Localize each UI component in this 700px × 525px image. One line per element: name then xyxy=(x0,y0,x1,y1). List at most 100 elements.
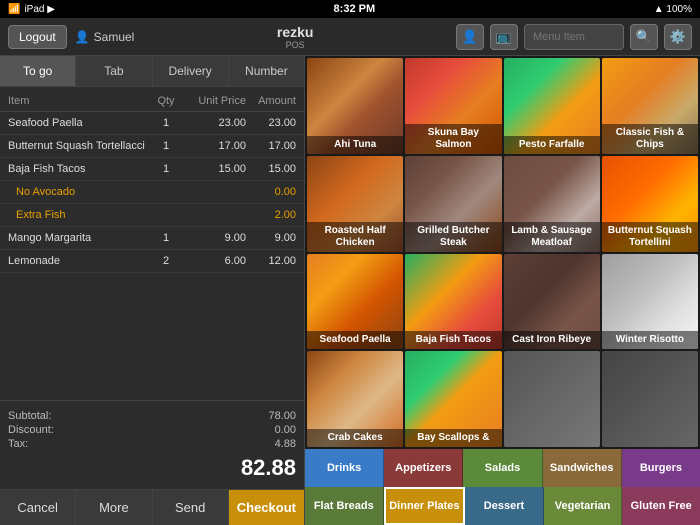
menu-item-label-bay-scallops: Bay Scallops & xyxy=(405,429,501,447)
order-row-modifier-1[interactable]: No Avocado 0.00 xyxy=(0,181,304,204)
item-qty-5: 2 xyxy=(151,255,181,267)
subtotal-value: 78.00 xyxy=(268,410,296,422)
discount-label: Discount: xyxy=(8,424,54,436)
menu-item-empty-1 xyxy=(504,351,600,447)
category-tab-appetizers[interactable]: Appetizers xyxy=(384,449,463,487)
logout-button[interactable]: Logout xyxy=(8,25,67,49)
menu-item-lamb-sausage[interactable]: Lamb & Sausage Meatloaf xyxy=(504,156,600,252)
menu-item-label-seafood-paella: Seafood Paella xyxy=(307,331,403,349)
tab-to-go[interactable]: To go xyxy=(0,56,76,86)
profile-icon-btn[interactable]: 👤 xyxy=(456,24,484,50)
user-name: Samuel xyxy=(94,30,135,44)
main-layout: To go Tab Delivery Number Item Qty Unit … xyxy=(0,56,700,525)
menu-item-pesto-farfalle[interactable]: Pesto Farfalle xyxy=(504,58,600,154)
tax-value: 4.88 xyxy=(275,438,296,450)
menu-item-seafood-paella[interactable]: Seafood Paella xyxy=(307,254,403,350)
item-amount-3: 15.00 xyxy=(246,163,296,175)
order-row-3[interactable]: Baja Fish Tacos 1 15.00 15.00 xyxy=(0,158,304,181)
subtotal-label: Subtotal: xyxy=(8,410,51,422)
header-bar: Logout 👤 Samuel rezku POS 👤 📺 🔍 ⚙️ xyxy=(0,18,700,56)
user-label: 👤 Samuel xyxy=(75,30,135,44)
menu-item-bay-scallops[interactable]: Bay Scallops & xyxy=(405,351,501,447)
modifier-name-2: Extra Fish xyxy=(8,209,151,221)
item-price-3: 15.00 xyxy=(181,163,246,175)
status-left: 📶 iPad ▶ xyxy=(8,4,55,15)
discount-value: 0.00 xyxy=(275,424,296,436)
battery-icon: ▲ 100% xyxy=(654,4,692,15)
search-icon-btn[interactable]: 🔍 xyxy=(630,24,658,50)
category-tab-salads[interactable]: Salads xyxy=(463,449,542,487)
item-name-4: Mango Margarita xyxy=(8,232,151,244)
header-icons: 👤 📺 🔍 ⚙️ xyxy=(456,24,692,50)
category-tab-drinks[interactable]: Drinks xyxy=(305,449,384,487)
menu-item-label-butternut-tortellini: Butternut Squash Tortellini xyxy=(602,222,698,252)
menu-item-baja-fish[interactable]: Baja Fish Tacos xyxy=(405,254,501,350)
item-name-2: Butternut Squash Tortellacci xyxy=(8,140,151,152)
modifier-amount-2: 2.00 xyxy=(246,209,296,221)
menu-item-crab-cakes[interactable]: Crab Cakes xyxy=(307,351,403,447)
menu-item-label-winter-risotto: Winter Risotto xyxy=(602,331,698,349)
category-tabs-row-1: Drinks Appetizers Salads Sandwiches Burg… xyxy=(305,449,700,487)
order-row-4[interactable]: Mango Margarita 1 9.00 9.00 xyxy=(0,227,304,250)
status-bar: 📶 iPad ▶ 8:32 PM ▲ 100% xyxy=(0,0,700,18)
checkout-button[interactable]: Checkout xyxy=(229,490,304,525)
menu-item-label-crab-cakes: Crab Cakes xyxy=(307,429,403,447)
item-qty-2: 1 xyxy=(151,140,181,152)
category-tab-dessert[interactable]: Dessert xyxy=(465,487,544,525)
item-qty-3: 1 xyxy=(151,163,181,175)
more-button[interactable]: More xyxy=(76,490,152,525)
menu-item-grilled-steak[interactable]: Grilled Butcher Steak xyxy=(405,156,501,252)
menu-item-skuna-bay[interactable]: Skuna Bay Salmon xyxy=(405,58,501,154)
tax-label: Tax: xyxy=(8,438,28,450)
menu-item-label-pesto-farfalle: Pesto Farfalle xyxy=(504,136,600,154)
cancel-button[interactable]: Cancel xyxy=(0,490,76,525)
menu-item-cast-iron[interactable]: Cast Iron Ribeye xyxy=(504,254,600,350)
order-row-modifier-2[interactable]: Extra Fish 2.00 xyxy=(0,204,304,227)
category-tab-sandwiches[interactable]: Sandwiches xyxy=(543,449,622,487)
menu-search-input[interactable] xyxy=(524,24,624,50)
menu-item-roasted-chicken[interactable]: Roasted Half Chicken xyxy=(307,156,403,252)
settings-icon-btn[interactable]: ⚙️ xyxy=(664,24,692,50)
display-icon-btn[interactable]: 📺 xyxy=(490,24,518,50)
menu-item-label-classic-fish: Classic Fish & Chips xyxy=(602,124,698,154)
order-row-2[interactable]: Butternut Squash Tortellacci 1 17.00 17.… xyxy=(0,135,304,158)
order-list: Item Qty Unit Price Amount Seafood Paell… xyxy=(0,87,304,400)
totals-section: Subtotal: 78.00 Discount: 0.00 Tax: 4.88… xyxy=(0,400,304,489)
menu-item-ahi-tuna[interactable]: Ahi Tuna xyxy=(307,58,403,154)
send-button[interactable]: Send xyxy=(153,490,229,525)
action-buttons: Cancel More Send Checkout xyxy=(0,489,304,525)
menu-item-label-cast-iron: Cast Iron Ribeye xyxy=(504,331,600,349)
menu-item-winter-risotto[interactable]: Winter Risotto xyxy=(602,254,698,350)
menu-item-classic-fish[interactable]: Classic Fish & Chips xyxy=(602,58,698,154)
category-tab-vegetarian[interactable]: Vegetarian xyxy=(544,487,623,525)
item-amount-4: 9.00 xyxy=(246,232,296,244)
category-tab-dinner-plates[interactable]: Dinner Plates xyxy=(384,487,466,525)
item-price-5: 6.00 xyxy=(181,255,246,267)
category-tab-burgers[interactable]: Burgers xyxy=(622,449,700,487)
item-amount-5: 12.00 xyxy=(246,255,296,267)
tab-tab[interactable]: Tab xyxy=(76,56,152,86)
category-tab-flat-breads[interactable]: Flat Breads xyxy=(305,487,384,525)
menu-item-label-baja-fish: Baja Fish Tacos xyxy=(405,331,501,349)
left-panel: To go Tab Delivery Number Item Qty Unit … xyxy=(0,56,305,525)
carrier-icon: 📶 xyxy=(8,4,20,15)
item-name-3: Baja Fish Tacos xyxy=(8,163,151,175)
grand-total: 82.88 xyxy=(8,451,296,481)
order-row-5[interactable]: Lemonade 2 6.00 12.00 xyxy=(0,250,304,273)
tab-delivery[interactable]: Delivery xyxy=(153,56,229,86)
menu-item-label-grilled-steak: Grilled Butcher Steak xyxy=(405,222,501,252)
discount-row: Discount: 0.00 xyxy=(8,423,296,437)
menu-item-label-lamb-sausage: Lamb & Sausage Meatloaf xyxy=(504,222,600,252)
menu-item-butternut-tortellini[interactable]: Butternut Squash Tortellini xyxy=(602,156,698,252)
grand-total-value: 82.88 xyxy=(241,455,296,481)
tax-row: Tax: 4.88 xyxy=(8,437,296,451)
brand-name: rezku xyxy=(142,24,448,40)
modifier-amount-1: 0.00 xyxy=(246,186,296,198)
category-tab-gluten-free[interactable]: Gluten Free xyxy=(622,487,700,525)
header-qty: Qty xyxy=(151,95,181,107)
item-price-1: 23.00 xyxy=(181,117,246,129)
order-row-1[interactable]: Seafood Paella 1 23.00 23.00 xyxy=(0,112,304,135)
logo-area: rezku POS xyxy=(142,24,448,50)
battery-area: ▲ 100% xyxy=(654,4,692,15)
tab-number[interactable]: Number xyxy=(229,56,304,86)
